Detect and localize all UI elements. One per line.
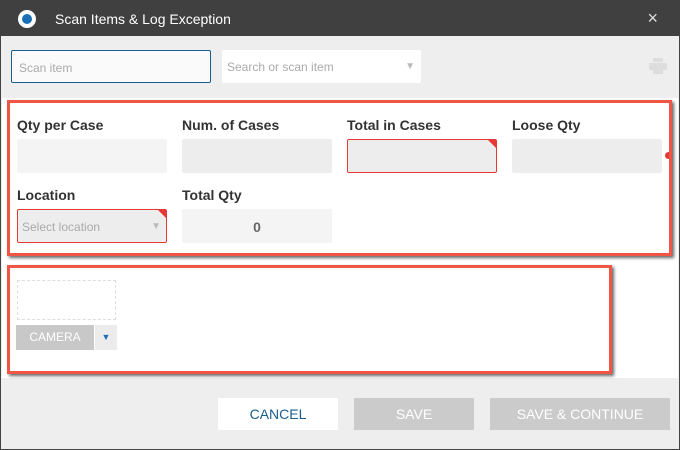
highlight-box-camera: [7, 265, 612, 374]
highlight-box-fields: [7, 100, 672, 256]
save-button[interactable]: SAVE: [354, 398, 474, 430]
window-title: Scan Items & Log Exception: [55, 11, 231, 27]
scan-item-input[interactable]: Scan item: [11, 50, 211, 83]
save-continue-button[interactable]: SAVE & CONTINUE: [490, 398, 670, 430]
printer-icon[interactable]: [649, 58, 667, 74]
search-placeholder: Search or scan item: [227, 60, 334, 74]
close-icon[interactable]: ×: [647, 8, 658, 29]
title-bar: Scan Items & Log Exception ×: [0, 0, 680, 36]
search-item-dropdown[interactable]: Search or scan item ▼: [222, 50, 421, 83]
chevron-down-icon: ▼: [405, 61, 415, 72]
cancel-button[interactable]: CANCEL: [218, 398, 338, 430]
app-logo-icon: [18, 10, 36, 28]
